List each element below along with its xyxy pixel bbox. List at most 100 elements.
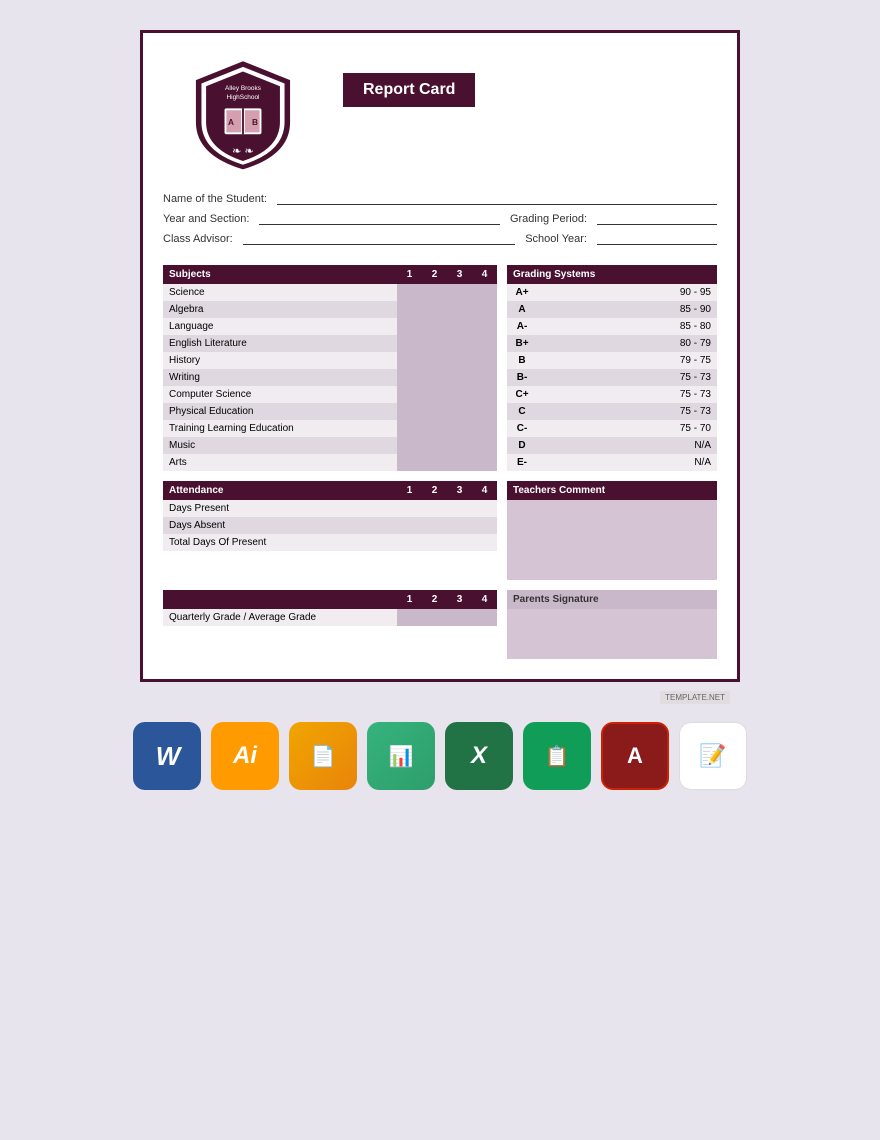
grade-range: 90 - 95 xyxy=(537,284,717,301)
svg-text:A: A xyxy=(228,117,234,127)
word-icon[interactable]: W xyxy=(133,722,201,790)
main-tables-row: Subjects 1 2 3 4 ScienceAlgebraLanguageE… xyxy=(163,265,717,471)
subject-row: Music xyxy=(163,437,497,454)
grade-range: 79 - 75 xyxy=(537,352,717,369)
subject-q4 xyxy=(472,403,497,420)
grade-range: 75 - 73 xyxy=(537,386,717,403)
school-shield: Alley Brooks HighSchool A B ❧ ❧ xyxy=(183,53,303,173)
header-right: Report Card xyxy=(323,53,717,107)
subject-q2 xyxy=(422,403,447,420)
docs-icon[interactable]: 📝 xyxy=(679,722,747,790)
subject-q2 xyxy=(422,437,447,454)
grade-letter: C xyxy=(507,403,537,420)
grade-range: N/A xyxy=(537,454,717,471)
grading-row: A85 - 90 xyxy=(507,301,717,318)
subject-row: Science xyxy=(163,284,497,301)
name-line xyxy=(277,193,717,205)
sheets-icon[interactable]: 📋 xyxy=(523,722,591,790)
subject-q1 xyxy=(397,318,422,335)
subject-q3 xyxy=(447,420,472,437)
grading-row: B79 - 75 xyxy=(507,352,717,369)
subject-name: Training Learning Education xyxy=(163,420,397,437)
grade-table: 1 2 3 4 Quarterly Grade / Average Grade xyxy=(163,590,497,626)
student-info-section: Name of the Student: Year and Section: G… xyxy=(163,193,717,245)
subject-q4 xyxy=(472,386,497,403)
advisor-line xyxy=(243,233,516,245)
subject-row: Training Learning Education xyxy=(163,420,497,437)
subject-q4 xyxy=(472,318,497,335)
attendance-q4 xyxy=(472,534,497,551)
grade-letter: C+ xyxy=(507,386,537,403)
subject-row: Algebra xyxy=(163,301,497,318)
subject-q4 xyxy=(472,437,497,454)
subject-q4 xyxy=(472,335,497,352)
acrobat-icon[interactable]: A xyxy=(601,722,669,790)
subject-q1 xyxy=(397,437,422,454)
att-q2-header: 2 xyxy=(422,481,447,500)
subject-q1 xyxy=(397,335,422,352)
subject-name: Computer Science xyxy=(163,386,397,403)
subject-q3 xyxy=(447,369,472,386)
svg-text:Alley Brooks: Alley Brooks xyxy=(225,85,261,92)
parents-signature-box xyxy=(507,609,717,659)
parents-signature-header: Parents Signature xyxy=(507,590,717,609)
subject-q1 xyxy=(397,403,422,420)
grading-row: B+80 - 79 xyxy=(507,335,717,352)
grading-row: B-75 - 73 xyxy=(507,369,717,386)
grading-table: Grading Systems A+90 - 95A85 - 90A-85 - … xyxy=(507,265,717,471)
attendance-row: Total Days Of Present xyxy=(163,534,497,551)
grade-empty-header xyxy=(163,590,397,609)
grade-range: 80 - 79 xyxy=(537,335,717,352)
attendance-label: Days Absent xyxy=(163,517,397,534)
subject-q2 xyxy=(422,420,447,437)
subject-row: English Literature xyxy=(163,335,497,352)
subject-name: English Literature xyxy=(163,335,397,352)
svg-text:HighSchool: HighSchool xyxy=(226,94,259,101)
grading-header: Grading Systems xyxy=(507,265,717,284)
subjects-table: Subjects 1 2 3 4 ScienceAlgebraLanguageE… xyxy=(163,265,497,471)
subject-q3 xyxy=(447,437,472,454)
subject-row: Language xyxy=(163,318,497,335)
numbers-icon[interactable]: 📊 xyxy=(367,722,435,790)
subject-name: History xyxy=(163,352,397,369)
illustrator-icon[interactable]: Ai xyxy=(211,722,279,790)
subject-q4 xyxy=(472,284,497,301)
qg-q4 xyxy=(472,609,497,626)
attendance-q2 xyxy=(422,517,447,534)
grading-line xyxy=(597,213,717,225)
subject-q2 xyxy=(422,284,447,301)
grade-letter: C- xyxy=(507,420,537,437)
subjects-section: Subjects 1 2 3 4 ScienceAlgebraLanguageE… xyxy=(163,265,497,471)
name-row: Name of the Student: xyxy=(163,193,717,205)
subject-q1 xyxy=(397,352,422,369)
subject-q1 xyxy=(397,420,422,437)
advisor-label: Class Advisor: xyxy=(163,233,233,245)
att-q1-header: 1 xyxy=(397,481,422,500)
grade-signature-row: 1 2 3 4 Quarterly Grade / Average Grade xyxy=(163,590,717,659)
name-label: Name of the Student: xyxy=(163,193,267,205)
teachers-comment-section: Teachers Comment xyxy=(507,481,717,580)
attendance-header: Attendance xyxy=(163,481,397,500)
att-q3-header: 3 xyxy=(447,481,472,500)
quarter4-header: 4 xyxy=(472,265,497,284)
grade-q3-header: 3 xyxy=(447,590,472,609)
grading-row: C+75 - 73 xyxy=(507,386,717,403)
subject-row: Computer Science xyxy=(163,386,497,403)
qg-q2 xyxy=(422,609,447,626)
subject-q3 xyxy=(447,403,472,420)
subject-q2 xyxy=(422,301,447,318)
excel-icon[interactable]: X xyxy=(445,722,513,790)
grade-range: N/A xyxy=(537,437,717,454)
grading-row: DN/A xyxy=(507,437,717,454)
attendance-q1 xyxy=(397,500,422,517)
subjects-header: Subjects xyxy=(163,265,397,284)
pages-icon[interactable]: 📄 xyxy=(289,722,357,790)
subject-q2 xyxy=(422,454,447,471)
subject-q1 xyxy=(397,369,422,386)
school-year-line xyxy=(597,233,717,245)
subject-row: History xyxy=(163,352,497,369)
grading-row: A+90 - 95 xyxy=(507,284,717,301)
year-row: Year and Section: Grading Period: xyxy=(163,213,717,225)
svg-text:B: B xyxy=(252,117,258,127)
year-label: Year and Section: xyxy=(163,213,249,225)
